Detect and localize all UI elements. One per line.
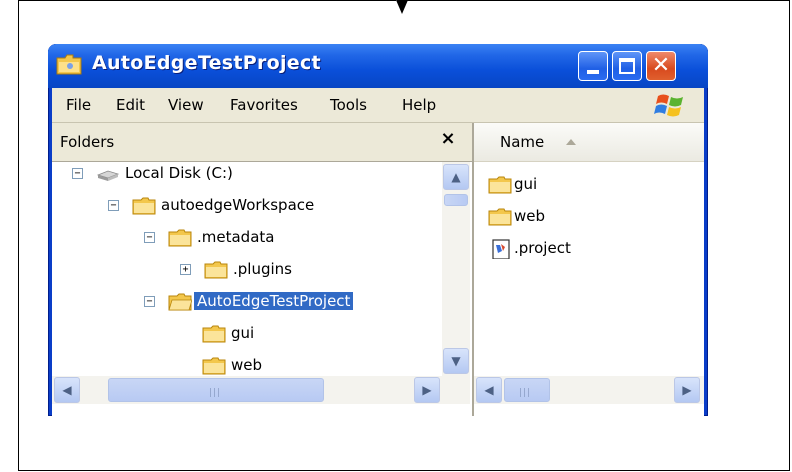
title-bar[interactable]: AutoEdgeTestProject ✕ <box>48 44 708 88</box>
windows-logo-icon <box>654 94 683 117</box>
collapse-icon[interactable]: − <box>72 168 83 179</box>
maximize-button[interactable] <box>612 51 642 81</box>
tree-item-label: .metadata <box>197 228 275 246</box>
folder-tree: − Local Disk (C:) − autoedgeWorkspace − … <box>52 162 442 376</box>
folder-open-icon <box>168 293 192 311</box>
callout-arrow-icon <box>396 0 408 14</box>
menu-tools[interactable]: Tools <box>330 96 367 114</box>
folder-icon <box>202 357 226 375</box>
maximize-icon <box>619 58 635 74</box>
close-icon: ✕ <box>651 53 671 78</box>
scroll-up-button[interactable]: ▲ <box>443 164 469 190</box>
vertical-scroll-thumb[interactable] <box>444 194 468 206</box>
folder-icon <box>168 229 192 247</box>
tree-item-autoedgeworkspace[interactable]: − autoedgeWorkspace <box>52 194 442 220</box>
list-item-label: gui <box>514 175 538 193</box>
folder-icon <box>488 176 512 194</box>
chevron-up-icon: ▲ <box>451 170 461 184</box>
chevron-down-icon: ▼ <box>451 354 461 368</box>
window-title: AutoEdgeTestProject <box>92 52 321 74</box>
minimize-icon <box>587 70 599 74</box>
folder-icon <box>488 208 512 226</box>
scroll-right-button[interactable]: ▶ <box>414 377 440 403</box>
tree-item-plugins[interactable]: + .plugins <box>52 258 442 284</box>
folders-close-icon[interactable]: × <box>436 127 460 151</box>
folder-icon <box>132 197 156 215</box>
tree-item-label: autoedgeWorkspace <box>161 196 315 214</box>
collapse-icon[interactable]: − <box>144 232 155 243</box>
scroll-grip-icon: ||| <box>209 388 222 398</box>
list-item-project[interactable]: .project <box>488 237 688 263</box>
horizontal-scroll-thumb[interactable]: ||| <box>108 378 324 402</box>
figure-frame-top-right <box>406 0 790 1</box>
folders-pane: Folders × − Local Disk (C:) − autoedgeWo… <box>52 123 474 416</box>
folders-vertical-scrollbar[interactable]: ▲ ▼ <box>442 162 470 376</box>
chevron-left-icon: ◀ <box>62 383 72 397</box>
list-horizontal-scrollbar[interactable]: ◀ ||| ▶ <box>474 376 704 404</box>
scroll-left-button[interactable]: ◀ <box>54 377 80 403</box>
scroll-grip-icon: ||| <box>519 388 532 398</box>
column-name[interactable]: Name <box>500 133 544 151</box>
explorer-window: AutoEdgeTestProject ✕ File Edit View Fav… <box>48 44 708 416</box>
menu-help[interactable]: Help <box>402 96 436 114</box>
list-item-web[interactable]: web <box>488 205 688 231</box>
chevron-right-icon: ▶ <box>682 383 692 397</box>
folders-title: Folders <box>60 133 115 151</box>
chevron-left-icon: ◀ <box>484 383 494 397</box>
menu-favorites[interactable]: Favorites <box>230 96 298 114</box>
folders-horizontal-scrollbar[interactable]: ◀ ||| ▶ <box>52 376 470 404</box>
file-list-pane: Name gui web .project ◀ ||| ▶ <box>474 123 704 416</box>
tree-item-label: Local Disk (C:) <box>125 164 233 182</box>
close-button[interactable]: ✕ <box>646 51 676 81</box>
folders-header: Folders × <box>52 123 472 162</box>
tree-item-local-disk[interactable]: − Local Disk (C:) <box>52 162 442 188</box>
folder-icon <box>204 261 228 279</box>
menu-view[interactable]: View <box>168 96 204 114</box>
sort-ascending-icon <box>566 139 576 145</box>
list-horizontal-scroll-thumb[interactable]: ||| <box>504 378 550 402</box>
menu-bar: File Edit View Favorites Tools Help <box>52 88 704 123</box>
drive-icon <box>96 170 120 181</box>
tree-item-gui[interactable]: gui <box>52 322 442 348</box>
collapse-icon[interactable]: − <box>108 200 119 211</box>
chevron-right-icon: ▶ <box>422 383 432 397</box>
tree-item-metadata[interactable]: − .metadata <box>52 226 442 252</box>
collapse-icon[interactable]: − <box>144 296 155 307</box>
window-client-area: File Edit View Favorites Tools Help Fold… <box>52 88 704 416</box>
menu-file[interactable]: File <box>66 96 91 114</box>
tree-item-web[interactable]: web <box>52 354 442 376</box>
menu-edit[interactable]: Edit <box>116 96 145 114</box>
tree-item-autoedgetestproject[interactable]: − AutoEdgeTestProject <box>52 290 442 316</box>
figure-frame-top-left <box>18 0 396 1</box>
folder-window-icon <box>56 54 82 75</box>
tree-item-label-selected: AutoEdgeTestProject <box>194 292 354 310</box>
tree-item-label: gui <box>231 324 255 342</box>
expand-icon[interactable]: + <box>180 264 191 275</box>
list-item-label: web <box>514 207 546 225</box>
minimize-button[interactable] <box>578 51 608 81</box>
list-column-header[interactable]: Name <box>474 123 704 162</box>
scroll-left-button[interactable]: ◀ <box>476 377 502 403</box>
list-item-label: .project <box>514 239 571 257</box>
file-icon <box>492 239 510 259</box>
tree-item-label: .plugins <box>233 260 292 278</box>
scroll-down-button[interactable]: ▼ <box>443 348 469 374</box>
list-item-gui[interactable]: gui <box>488 173 688 199</box>
tree-item-label: web <box>231 356 263 374</box>
folder-icon <box>202 325 226 343</box>
scroll-right-button[interactable]: ▶ <box>674 377 700 403</box>
